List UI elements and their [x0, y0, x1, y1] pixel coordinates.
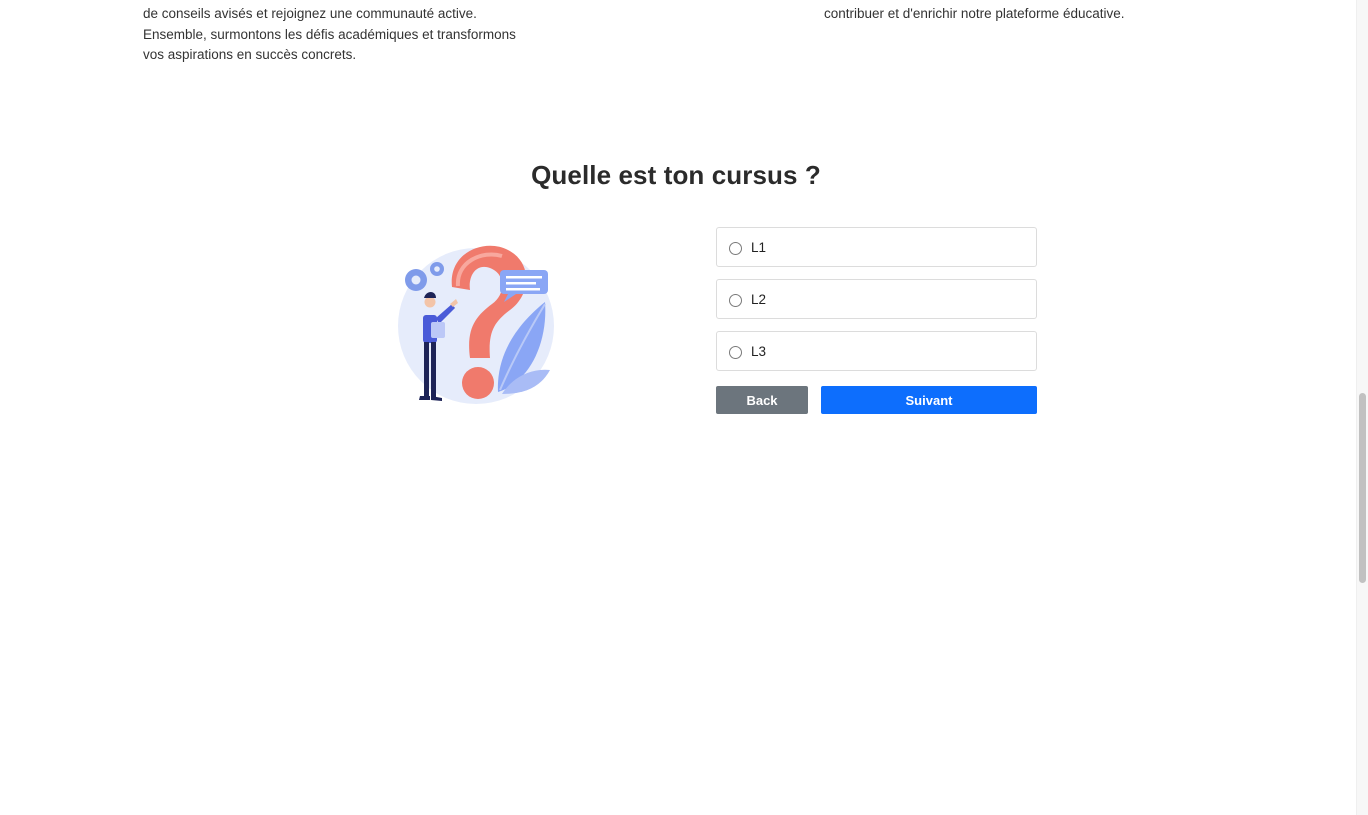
back-button[interactable]: Back — [716, 386, 808, 414]
intro-text-right: contribuer et d'enrichir notre plateform… — [824, 6, 1125, 21]
question-illustration — [390, 232, 560, 404]
option-l2[interactable]: L2 — [716, 279, 1037, 319]
page: de conseils avisés et rejoignez une comm… — [0, 0, 1368, 815]
question-mark-person-icon — [398, 245, 554, 404]
radio-l2[interactable] — [729, 293, 742, 307]
scrollbar-track[interactable] — [1356, 0, 1368, 815]
scrollbar-thumb[interactable] — [1359, 393, 1366, 583]
cursus-options: L1 L2 L3 — [716, 227, 1037, 383]
option-label: L1 — [751, 239, 767, 255]
radio-l1[interactable] — [729, 241, 742, 255]
form-actions: Back Suivant — [716, 386, 1037, 414]
intro-text-left: de conseils avisés et rejoignez une comm… — [143, 4, 543, 66]
intro-line: Ensemble, surmontons les défis académiqu… — [143, 26, 516, 42]
option-label: L2 — [751, 291, 767, 307]
option-label: L3 — [751, 343, 767, 359]
option-l3[interactable]: L3 — [716, 331, 1037, 371]
question-title: Quelle est ton cursus ? — [531, 160, 821, 190]
intro-line: de conseils avisés et rejoignez une comm… — [143, 6, 477, 21]
intro-line: vos aspirations en succès concrets. — [143, 47, 357, 62]
option-l1[interactable]: L1 — [716, 227, 1037, 267]
radio-l3[interactable] — [729, 345, 742, 359]
next-button[interactable]: Suivant — [821, 386, 1037, 414]
